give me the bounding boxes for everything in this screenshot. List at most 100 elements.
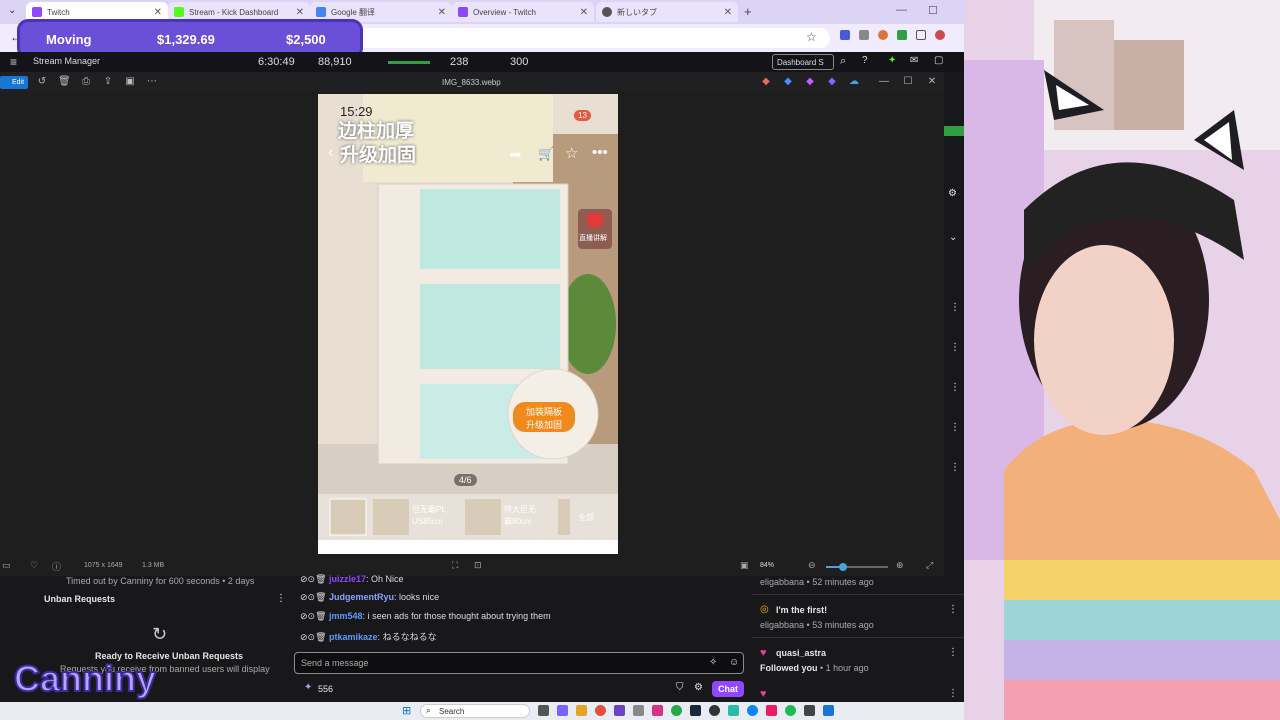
- profile-avatar-icon[interactable]: [935, 30, 945, 40]
- chat-message[interactable]: ⊘⊙🗑 juizzle17: Oh Nice: [300, 574, 404, 585]
- copilot-icon[interactable]: ◆: [760, 76, 772, 88]
- info-icon[interactable]: ▣: [124, 76, 136, 88]
- chat-username[interactable]: juizzle17: [329, 574, 366, 584]
- settings-gear-icon[interactable]: ⚙: [694, 682, 703, 693]
- puzzle-extensions-icon[interactable]: [916, 30, 926, 40]
- chat-message[interactable]: ⊘⊙🗑 JudgementRyu: looks nice: [300, 592, 439, 603]
- app-icon[interactable]: [633, 705, 644, 716]
- close-tab-icon[interactable]: ✕: [438, 7, 446, 18]
- chat-username[interactable]: jmm548: [329, 611, 363, 621]
- maximize-window-icon[interactable]: ☐: [928, 4, 938, 17]
- delete-icon[interactable]: 🗑: [58, 76, 71, 88]
- close-tab-icon[interactable]: ✕: [724, 7, 732, 18]
- app-icon[interactable]: ◆: [804, 76, 816, 88]
- kebab-menu-icon[interactable]: ⋮: [950, 422, 960, 433]
- app-icon[interactable]: [557, 705, 568, 716]
- tab-google-translate[interactable]: Google 翻译 ✕: [310, 2, 452, 22]
- minimize-icon[interactable]: —: [878, 76, 890, 88]
- mail-icon[interactable]: ✉: [910, 55, 918, 66]
- kebab-menu-icon[interactable]: ⋮: [950, 342, 960, 353]
- obs-icon[interactable]: [709, 705, 720, 716]
- new-tab-plus-icon[interactable]: +: [744, 4, 752, 19]
- app-icon[interactable]: [766, 705, 777, 716]
- chat-username[interactable]: JudgementRyu: [329, 592, 394, 602]
- zoom-slider[interactable]: [826, 563, 888, 571]
- task-view-icon[interactable]: [538, 705, 549, 716]
- extension-icon[interactable]: [840, 30, 850, 40]
- maximize-icon[interactable]: ☐: [902, 76, 914, 88]
- close-icon[interactable]: ✕: [926, 76, 938, 88]
- zoom-level[interactable]: 84%: [760, 562, 774, 569]
- window-icon[interactable]: ▢: [934, 55, 943, 66]
- chat-send-button[interactable]: Chat: [712, 681, 744, 697]
- spotify-icon[interactable]: [785, 705, 796, 716]
- rotate-icon[interactable]: ↺: [36, 76, 48, 88]
- info-circle-icon[interactable]: ⓘ: [52, 560, 61, 573]
- kebab-menu-icon[interactable]: ⋮: [950, 382, 960, 393]
- edit-button[interactable]: Edit: [0, 76, 28, 89]
- favorite-star-icon[interactable]: ☆: [565, 144, 578, 162]
- thumbnail-1-text[interactable]: 巨无霸PL US85cm: [412, 504, 446, 528]
- close-tab-icon[interactable]: ✕: [580, 7, 588, 18]
- photos-icon[interactable]: [823, 705, 834, 716]
- live-explain-button[interactable]: 直播讲解: [578, 209, 612, 249]
- extension-icon[interactable]: [878, 30, 888, 40]
- app-icon[interactable]: [804, 705, 815, 716]
- kebab-menu-icon[interactable]: ⋮: [950, 462, 960, 473]
- close-tab-icon[interactable]: ✕: [296, 7, 304, 18]
- unban-requests-title[interactable]: Unban Requests: [44, 594, 115, 604]
- chat-input[interactable]: Send a message ✧ ☺: [294, 652, 744, 674]
- share-arrow-icon[interactable]: ➦: [510, 146, 522, 163]
- dashboard-button[interactable]: Dashboard S: [772, 54, 834, 70]
- close-tab-icon[interactable]: ✕: [154, 7, 162, 18]
- app-icon[interactable]: [652, 705, 663, 716]
- actual-size-icon[interactable]: ⊡: [474, 560, 482, 571]
- chevron-icon[interactable]: ⌄: [949, 232, 957, 243]
- more-options-icon[interactable]: ⋯: [146, 76, 158, 88]
- help-icon[interactable]: ?: [862, 55, 868, 66]
- app-icon[interactable]: ◆: [782, 76, 794, 88]
- search-icon[interactable]: ⌕: [840, 55, 846, 68]
- onedrive-icon[interactable]: ☁: [848, 76, 860, 88]
- back-chevron-icon[interactable]: ‹: [328, 144, 333, 162]
- tab-overview-twitch[interactable]: Overview - Twitch ✕: [452, 2, 594, 22]
- kebab-menu-icon[interactable]: ⋮: [950, 302, 960, 313]
- thumbnail-2-text[interactable]: 特大巨无 霸80cm: [504, 504, 536, 528]
- tab-kick-dashboard[interactable]: Stream - Kick Dashboard ✕: [168, 2, 310, 22]
- windows-start-icon[interactable]: ⊞: [402, 704, 411, 717]
- file-explorer-icon[interactable]: [576, 705, 587, 716]
- shield-icon[interactable]: ⛉: [676, 682, 684, 693]
- heart-favorite-icon[interactable]: ♡: [30, 560, 38, 571]
- kebab-menu-icon[interactable]: ⋮: [276, 593, 286, 604]
- fit-window-icon[interactable]: ▣: [740, 560, 749, 571]
- bookmark-star-icon[interactable]: ☆: [806, 30, 817, 44]
- print-icon[interactable]: ⎙: [80, 76, 92, 88]
- steam-icon[interactable]: [690, 705, 701, 716]
- kick-icon[interactable]: ✦: [888, 55, 896, 66]
- edge-icon[interactable]: [747, 705, 758, 716]
- channel-points-icon[interactable]: ✦: [304, 682, 312, 693]
- chrome-icon[interactable]: [595, 705, 606, 716]
- chat-message[interactable]: ⊘⊙🗑 ptkamikaze: ねるなねるな: [300, 630, 437, 643]
- filmstrip-icon[interactable]: ▭: [2, 560, 11, 571]
- chat-settings-icon[interactable]: ⚙: [948, 188, 957, 199]
- extension-icon[interactable]: [897, 30, 907, 40]
- minimize-window-icon[interactable]: —: [896, 4, 907, 16]
- chat-username[interactable]: ptkamikaze: [329, 632, 378, 642]
- all-thumbnails-button[interactable]: 全部: [578, 512, 594, 523]
- share-icon[interactable]: ⇪: [102, 76, 114, 88]
- more-dots-icon[interactable]: •••: [592, 144, 608, 161]
- kebab-menu-icon[interactable]: ⋮: [948, 647, 958, 658]
- app-icon[interactable]: ◆: [826, 76, 838, 88]
- chat-message[interactable]: ⊘⊙🗑 jmm548: i seen ads for those thought…: [300, 611, 551, 622]
- app-icon[interactable]: [671, 705, 682, 716]
- extension-icon[interactable]: [859, 30, 869, 40]
- hamburger-menu-icon[interactable]: ≡: [10, 55, 17, 69]
- fullscreen-icon[interactable]: ⤢: [926, 560, 933, 571]
- fit-screen-icon[interactable]: ⛶: [452, 560, 458, 571]
- kebab-menu-icon[interactable]: ⋮: [948, 688, 958, 699]
- app-icon[interactable]: [728, 705, 739, 716]
- tab-new-tab[interactable]: 新しいタブ ✕: [596, 2, 738, 22]
- zoom-out-icon[interactable]: ⊖: [808, 560, 816, 571]
- taskbar-search[interactable]: ⌕ Search: [420, 704, 530, 718]
